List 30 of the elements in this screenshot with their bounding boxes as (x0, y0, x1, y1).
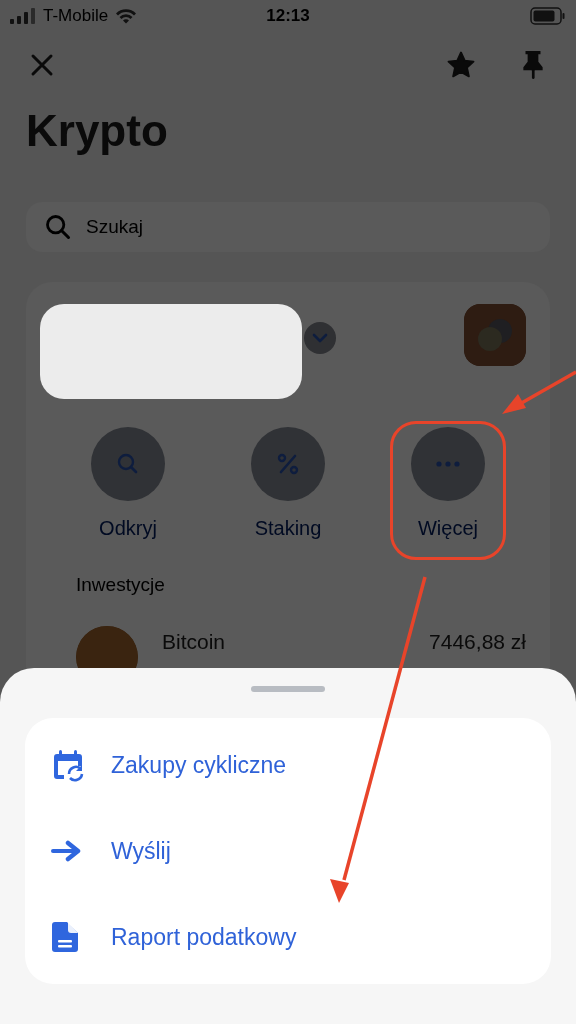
coins-icon[interactable] (464, 304, 526, 366)
page-title: Krypto (26, 105, 168, 157)
document-icon (51, 921, 79, 953)
search-icon (116, 452, 140, 476)
dropdown-button[interactable] (304, 322, 336, 354)
chevron-down-icon (312, 333, 328, 343)
action-label[interactable]: Odkryj (99, 517, 157, 540)
carrier-name: T-Mobile (43, 6, 109, 26)
action-label[interactable]: Staking (254, 517, 322, 540)
star-icon[interactable] (446, 50, 476, 80)
search-icon (44, 213, 72, 241)
asset-value: 7446,88 zł (429, 630, 526, 654)
arrow-right-icon (51, 840, 81, 862)
more-icon (436, 461, 460, 467)
clock-time: 12:13 (266, 6, 310, 25)
pin-icon[interactable] (520, 50, 546, 80)
action-label[interactable]: Więcej (418, 517, 478, 540)
drag-handle[interactable] (251, 686, 325, 692)
signal-icon (10, 8, 36, 24)
percent-icon (277, 453, 299, 475)
menu-item[interactable]: Zakupy cykliczne (111, 751, 287, 779)
asset-name: Bitcoin (162, 630, 226, 654)
calendar-icon (51, 748, 85, 782)
close-icon[interactable] (30, 53, 54, 77)
battery-icon (530, 7, 566, 25)
menu-item[interactable]: Raport podatkowy (111, 923, 297, 951)
section-heading: Inwestycje (76, 574, 166, 596)
search-field[interactable]: Szukaj (26, 202, 550, 252)
menu-item[interactable]: Wyślij (111, 837, 171, 865)
wifi-icon (115, 8, 138, 24)
